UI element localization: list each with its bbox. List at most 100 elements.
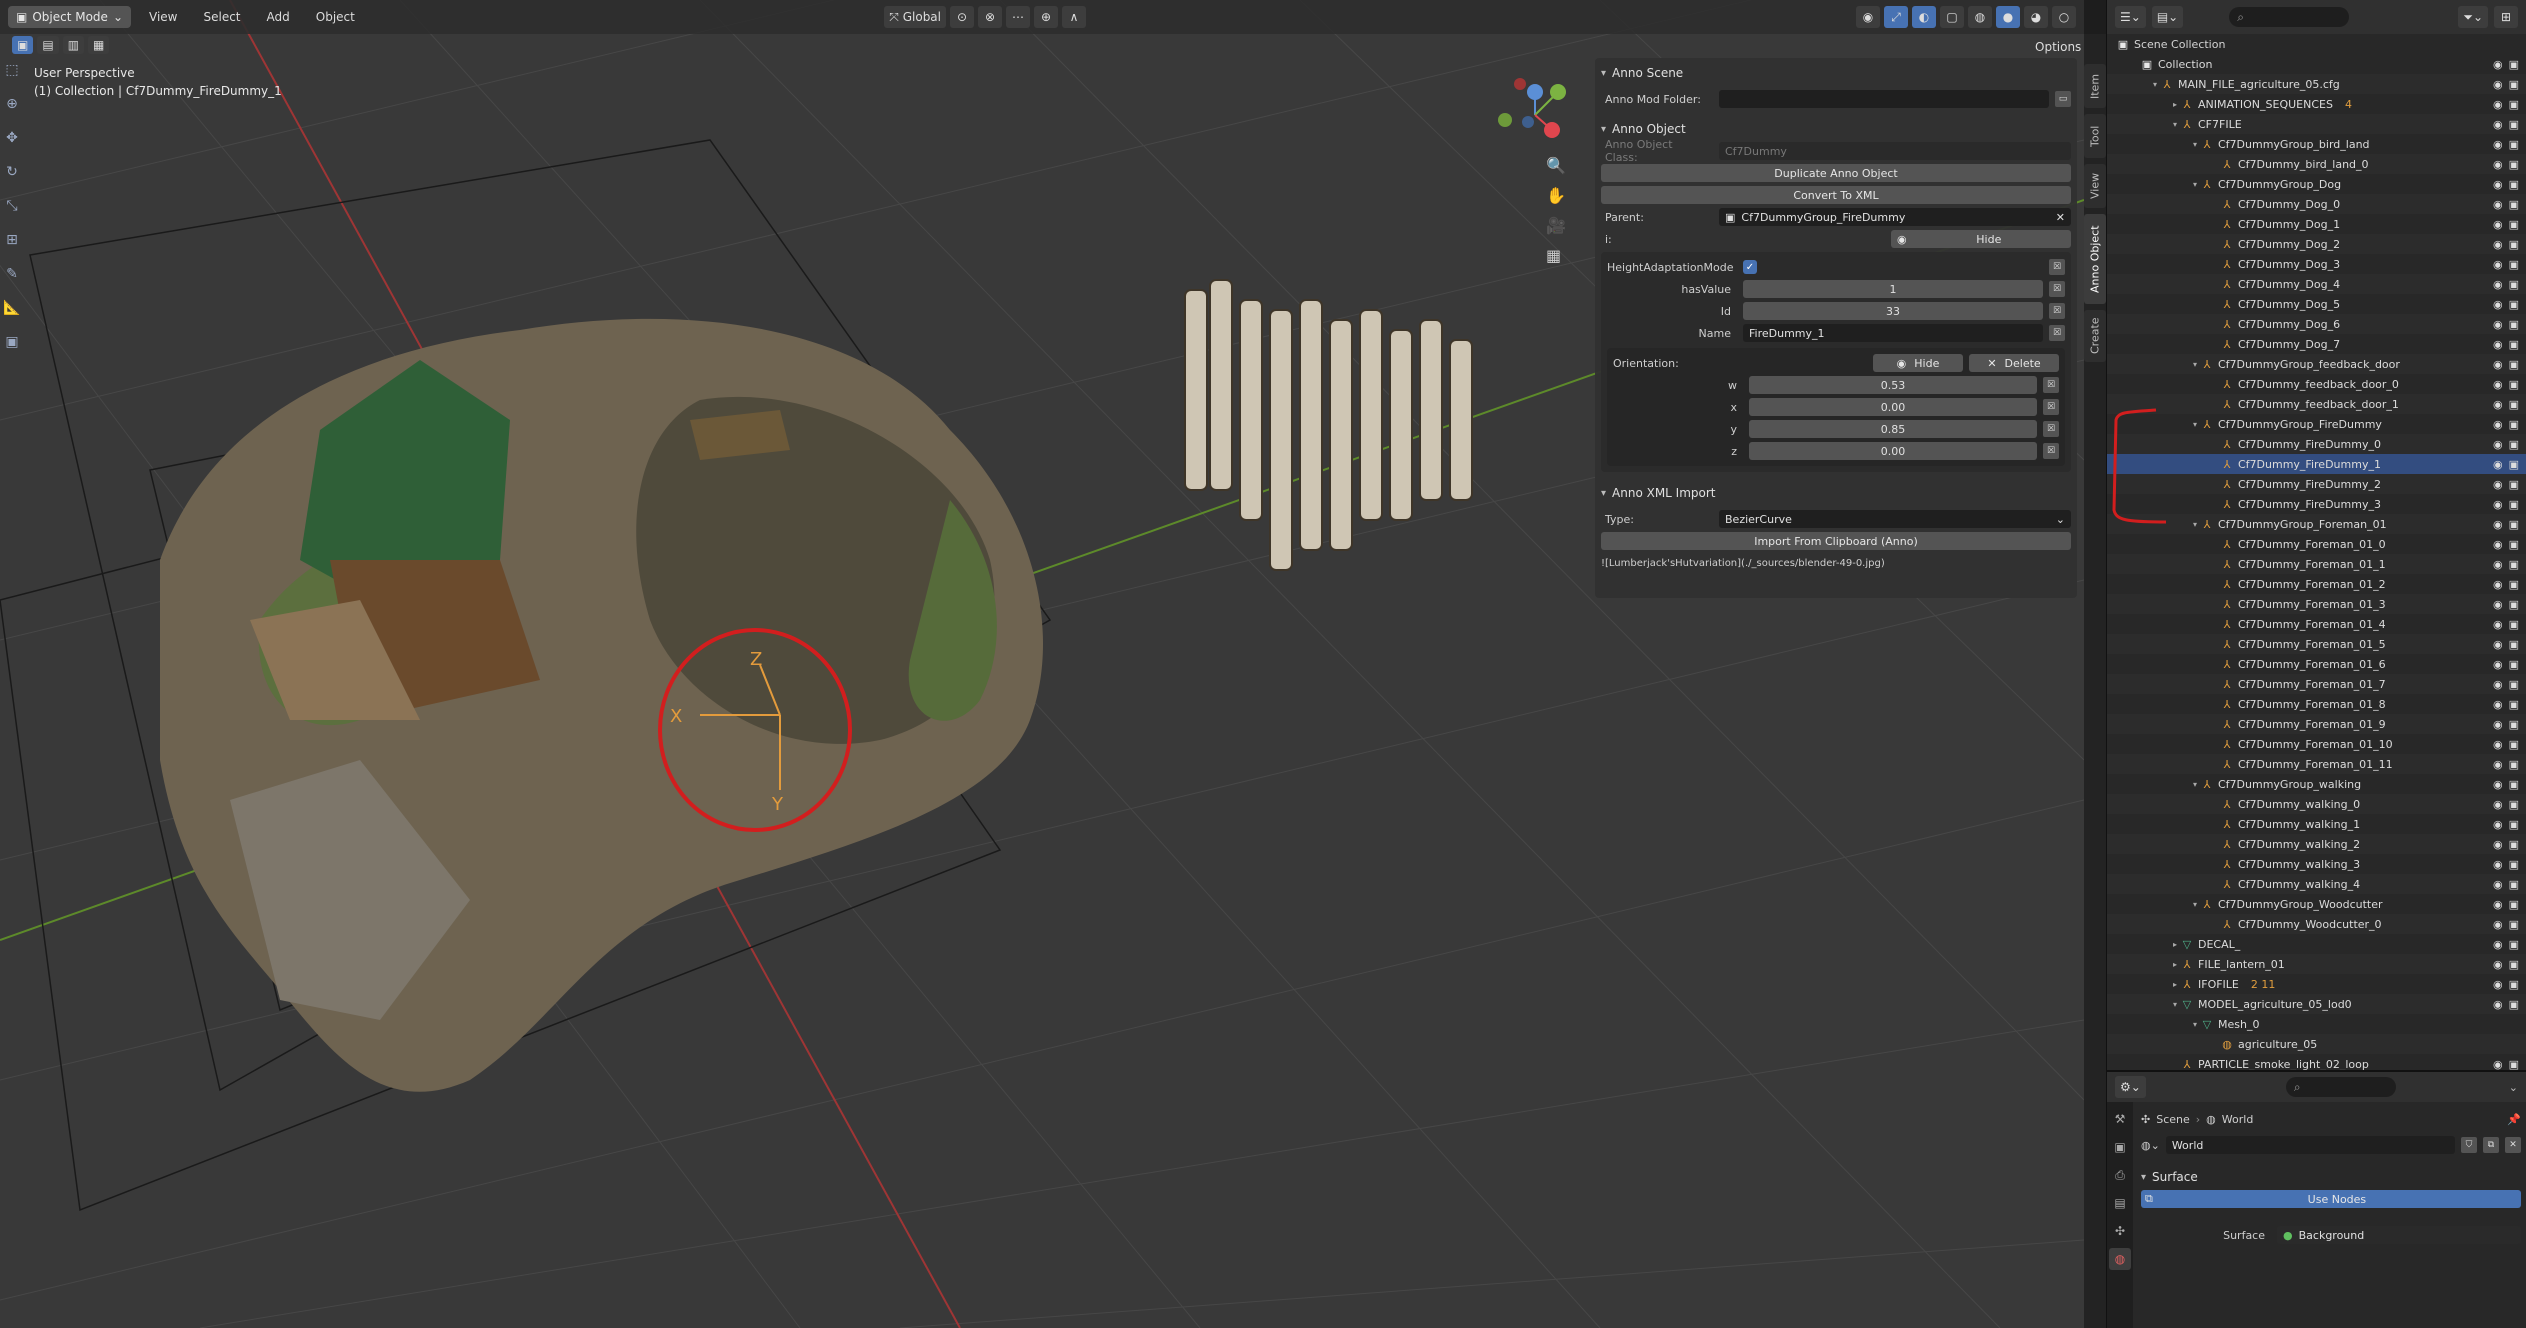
outliner-row[interactable]: ⅄ Cf7Dummy_Foreman_01_5 ◉ ▣	[2107, 634, 2526, 654]
expand-down-icon[interactable]: ▾	[2189, 140, 2201, 149]
expand-down-icon[interactable]: ▾	[2189, 360, 2201, 369]
eye-icon[interactable]: ◉	[2493, 198, 2503, 211]
select-box-icon[interactable]: ⬚	[2, 60, 22, 80]
camera-render-icon[interactable]: ▣	[2509, 358, 2519, 371]
material-shading-icon[interactable]: ◕	[2024, 6, 2048, 28]
duplicate-icon[interactable]: ⧉	[2483, 1137, 2499, 1153]
outliner-row[interactable]: ⅄ Cf7Dummy_Dog_1 ◉ ▣	[2107, 214, 2526, 234]
outliner-search-input[interactable]: ⌕	[2229, 7, 2350, 27]
outliner-row[interactable]: ▾ ⅄ Cf7DummyGroup_Dog ◉ ▣	[2107, 174, 2526, 194]
outliner-row[interactable]: ⅄ Cf7Dummy_Woodcutter_0 ◉ ▣	[2107, 914, 2526, 934]
camera-render-icon[interactable]: ▣	[2509, 98, 2519, 111]
outliner-row[interactable]: ▾ ⅄ Cf7DummyGroup_feedback_door ◉ ▣	[2107, 354, 2526, 374]
camera-render-icon[interactable]: ▣	[2509, 858, 2519, 871]
add-cube-icon[interactable]: ▣	[2, 332, 22, 352]
camera-render-icon[interactable]: ▣	[2509, 1058, 2519, 1071]
fake-user-icon[interactable]: ⛉	[2461, 1137, 2477, 1153]
xray-icon[interactable]: ▢	[1940, 6, 1964, 28]
grid-view-icon[interactable]: ▦	[1546, 246, 1561, 265]
id-field[interactable]: 33	[1743, 302, 2043, 320]
expand-right-icon[interactable]: ▸	[2169, 940, 2181, 949]
outliner-row[interactable]: ▾ ⅄ Cf7DummyGroup_walking ◉ ▣	[2107, 774, 2526, 794]
w-field[interactable]: 0.53	[1749, 376, 2037, 394]
camera-render-icon[interactable]: ▣	[2509, 578, 2519, 591]
eye-icon[interactable]: ◉	[2493, 798, 2503, 811]
expand-down-icon[interactable]: ▾	[2189, 780, 2201, 789]
menu-view[interactable]: View	[141, 10, 185, 24]
y-field[interactable]: 0.85	[1749, 420, 2037, 438]
expand-right-icon[interactable]: ▸	[2169, 100, 2181, 109]
solid-shading-icon[interactable]: ●	[1996, 6, 2020, 28]
camera-render-icon[interactable]: ▣	[2509, 738, 2519, 751]
parent-field[interactable]: ▣ Cf7DummyGroup_FireDummy ✕	[1719, 208, 2071, 226]
eye-icon[interactable]: ◉	[2493, 378, 2503, 391]
eye-icon[interactable]: ◉	[2493, 638, 2503, 651]
outliner-row[interactable]: ⅄ Cf7Dummy_bird_land_0 ◉ ▣	[2107, 154, 2526, 174]
height-adaptation-checkbox[interactable]: ✓	[1743, 260, 1757, 274]
camera-render-icon[interactable]: ▣	[2509, 218, 2519, 231]
visibility-icon[interactable]: ◉	[1856, 6, 1880, 28]
eye-icon[interactable]: ◉	[2493, 858, 2503, 871]
new-collection-icon[interactable]: ⊞	[2494, 6, 2518, 28]
options-button[interactable]: Options	[2030, 36, 2084, 58]
outliner-row[interactable]: ▸ ⅄ FILE_lantern_01 ◉ ▣	[2107, 954, 2526, 974]
falloff-icon[interactable]: ∧	[1062, 6, 1086, 28]
camera-render-icon[interactable]: ▣	[2509, 238, 2519, 251]
eye-icon[interactable]: ◉	[2493, 778, 2503, 791]
outliner-row[interactable]: ▾ ⅄ Cf7DummyGroup_bird_land ◉ ▣	[2107, 134, 2526, 154]
eye-icon[interactable]: ◉	[2493, 418, 2503, 431]
camera-render-icon[interactable]: ▣	[2509, 958, 2519, 971]
hide-button[interactable]: ◉ Hide	[1891, 230, 2071, 248]
outliner-row[interactable]: ▾ ⅄ MAIN_FILE_agriculture_05.cfg ◉ ▣	[2107, 74, 2526, 94]
eye-icon[interactable]: ◉	[2493, 1058, 2503, 1071]
camera-render-icon[interactable]: ▣	[2509, 938, 2519, 951]
eye-icon[interactable]: ◉	[2493, 118, 2503, 131]
outliner-row[interactable]: ⅄ Cf7Dummy_Foreman_01_6 ◉ ▣	[2107, 654, 2526, 674]
eye-icon[interactable]: ◉	[2493, 338, 2503, 351]
eye-icon[interactable]: ◉	[2493, 178, 2503, 191]
eye-icon[interactable]: ◉	[2493, 518, 2503, 531]
outliner-row[interactable]: ⅄ Cf7Dummy_Dog_0 ◉ ▣	[2107, 194, 2526, 214]
camera-render-icon[interactable]: ▣	[2509, 838, 2519, 851]
camera-render-icon[interactable]: ▣	[2509, 478, 2519, 491]
gizmo-toggle-icon[interactable]: ⤢	[1884, 6, 1908, 28]
camera-render-icon[interactable]: ▣	[2509, 778, 2519, 791]
output-tab-icon[interactable]: ⎙	[2109, 1164, 2131, 1186]
clear-icon[interactable]: ✕	[2056, 211, 2065, 224]
remove-icon[interactable]: ☒	[2049, 259, 2065, 275]
menu-select[interactable]: Select	[195, 10, 248, 24]
surface-section-header[interactable]: ▾ Surface	[2141, 1166, 2521, 1188]
zoom-icon[interactable]: 🔍	[1546, 156, 1566, 175]
filter-icon[interactable]: ⏷⌄	[2458, 6, 2488, 28]
outliner-row[interactable]: ⅄ Cf7Dummy_Foreman_01_7 ◉ ▣	[2107, 674, 2526, 694]
camera-render-icon[interactable]: ▣	[2509, 258, 2519, 271]
eye-icon[interactable]: ◉	[2493, 658, 2503, 671]
rendered-shading-icon[interactable]: ○	[2052, 6, 2076, 28]
outliner-row[interactable]: ▸ ⅄ ANIMATION_SEQUENCES 4 ◉ ▣	[2107, 94, 2526, 114]
chevron-down-icon[interactable]: ⌄	[2509, 1081, 2518, 1094]
outliner-row[interactable]: ▸ ⅄ IFOFILE 2 11 ◉ ▣	[2107, 974, 2526, 994]
camera-render-icon[interactable]: ▣	[2509, 138, 2519, 151]
camera-render-icon[interactable]: ▣	[2509, 438, 2519, 451]
proportional-edit-icon[interactable]: ⊕	[1034, 6, 1058, 28]
tab-tool[interactable]: Tool	[2084, 114, 2106, 158]
eye-icon[interactable]: ◉	[2493, 998, 2503, 1011]
eye-icon[interactable]: ◉	[2493, 938, 2503, 951]
eye-icon[interactable]: ◉	[2493, 158, 2503, 171]
tab-view[interactable]: View	[2084, 164, 2106, 208]
editor-type-icon[interactable]: ⚙⌄	[2115, 1076, 2146, 1098]
scene-tab-icon[interactable]: ✣	[2109, 1220, 2131, 1242]
breadcrumb-world[interactable]: World	[2222, 1113, 2254, 1126]
render-tab-icon[interactable]: ▣	[2109, 1136, 2131, 1158]
world-icon[interactable]: ◍⌄	[2141, 1139, 2160, 1152]
eye-icon[interactable]: ◉	[2493, 898, 2503, 911]
eye-icon[interactable]: ◉	[2493, 578, 2503, 591]
anno-xml-import-header[interactable]: ▾ Anno XML Import	[1601, 482, 2071, 504]
outliner-row[interactable]: ▣ Collection ◉ ▣	[2107, 54, 2526, 74]
anno-scene-header[interactable]: ▾ Anno Scene	[1601, 62, 2071, 84]
remove-icon[interactable]: ☒	[2049, 303, 2065, 319]
camera-render-icon[interactable]: ▣	[2509, 878, 2519, 891]
tool-tab-icon[interactable]: ⚒	[2109, 1108, 2131, 1130]
wireframe-shading-icon[interactable]: ◍	[1968, 6, 1992, 28]
camera-render-icon[interactable]: ▣	[2509, 618, 2519, 631]
